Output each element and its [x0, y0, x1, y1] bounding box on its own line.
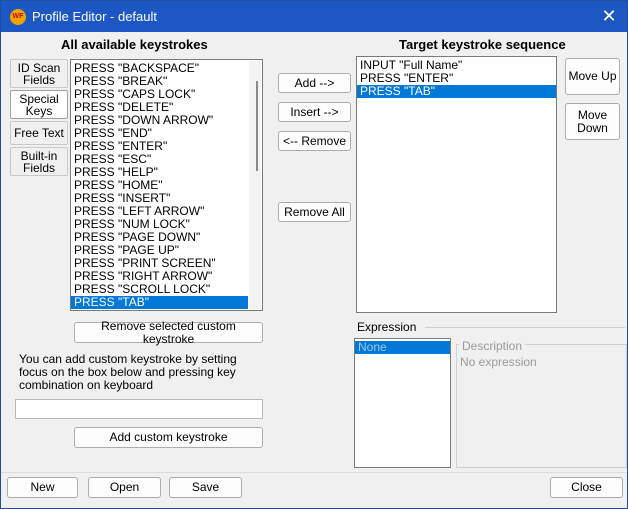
add-custom-keystroke-button[interactable]: Add custom keystroke: [74, 427, 263, 448]
target-sequence-heading: Target keystroke sequence: [399, 37, 566, 52]
expression-item-none[interactable]: None: [355, 341, 450, 354]
expression-label: Expression: [357, 320, 420, 334]
move-up-button[interactable]: Move Up: [565, 58, 620, 95]
title-bar: WF Profile Editor - default ✕: [1, 1, 627, 32]
target-sequence-item[interactable]: PRESS "TAB": [357, 85, 556, 98]
available-keystrokes-heading: All available keystrokes: [61, 37, 208, 52]
tab-special-keys[interactable]: Special Keys: [10, 90, 68, 119]
profile-editor-window: WF Profile Editor - default ✕ All availa…: [0, 0, 628, 509]
close-button[interactable]: Close: [550, 477, 623, 498]
remove-custom-keystroke-button[interactable]: Remove selected custom keystroke: [74, 319, 263, 345]
tab-built-in-fields[interactable]: Built-in Fields: [10, 147, 68, 176]
move-down-button[interactable]: Move Down: [565, 103, 620, 140]
tab-id-scan-fields[interactable]: ID Scan Fields: [10, 59, 68, 88]
available-keystroke-item[interactable]: PRESS "TAB": [71, 296, 248, 309]
remove-all-button[interactable]: Remove All: [278, 202, 351, 222]
description-label: Description: [459, 339, 526, 353]
expression-list[interactable]: None: [354, 338, 451, 468]
custom-keystroke-hint: You can add custom keystroke by setting …: [19, 352, 237, 392]
target-sequence-list[interactable]: INPUT "Full Name" PRESS "ENTER" PRESS "TAB…: [356, 56, 557, 313]
add-button[interactable]: Add -->: [278, 73, 351, 93]
save-button[interactable]: Save: [169, 477, 242, 498]
remove-button[interactable]: <-- Remove: [278, 131, 351, 151]
tab-free-text[interactable]: Free Text: [10, 121, 68, 145]
new-button[interactable]: New: [7, 477, 78, 498]
scrollbar-thumb[interactable]: [256, 81, 258, 171]
insert-button[interactable]: Insert -->: [278, 102, 351, 122]
open-button[interactable]: Open: [88, 477, 161, 498]
window-title: Profile Editor - default: [32, 9, 158, 24]
description-text: No expression: [460, 355, 537, 369]
custom-keystroke-input[interactable]: [15, 399, 263, 419]
close-icon[interactable]: ✕: [597, 5, 621, 27]
app-logo-icon: WF: [10, 9, 26, 25]
available-keystrokes-list[interactable]: PRESS "BACKSPACE" PRESS "BREAK" PRESS "CAP…: [70, 59, 263, 311]
expression-divider: [425, 327, 625, 328]
footer-divider: [1, 472, 627, 473]
available-list-scrollbar[interactable]: [249, 61, 261, 309]
